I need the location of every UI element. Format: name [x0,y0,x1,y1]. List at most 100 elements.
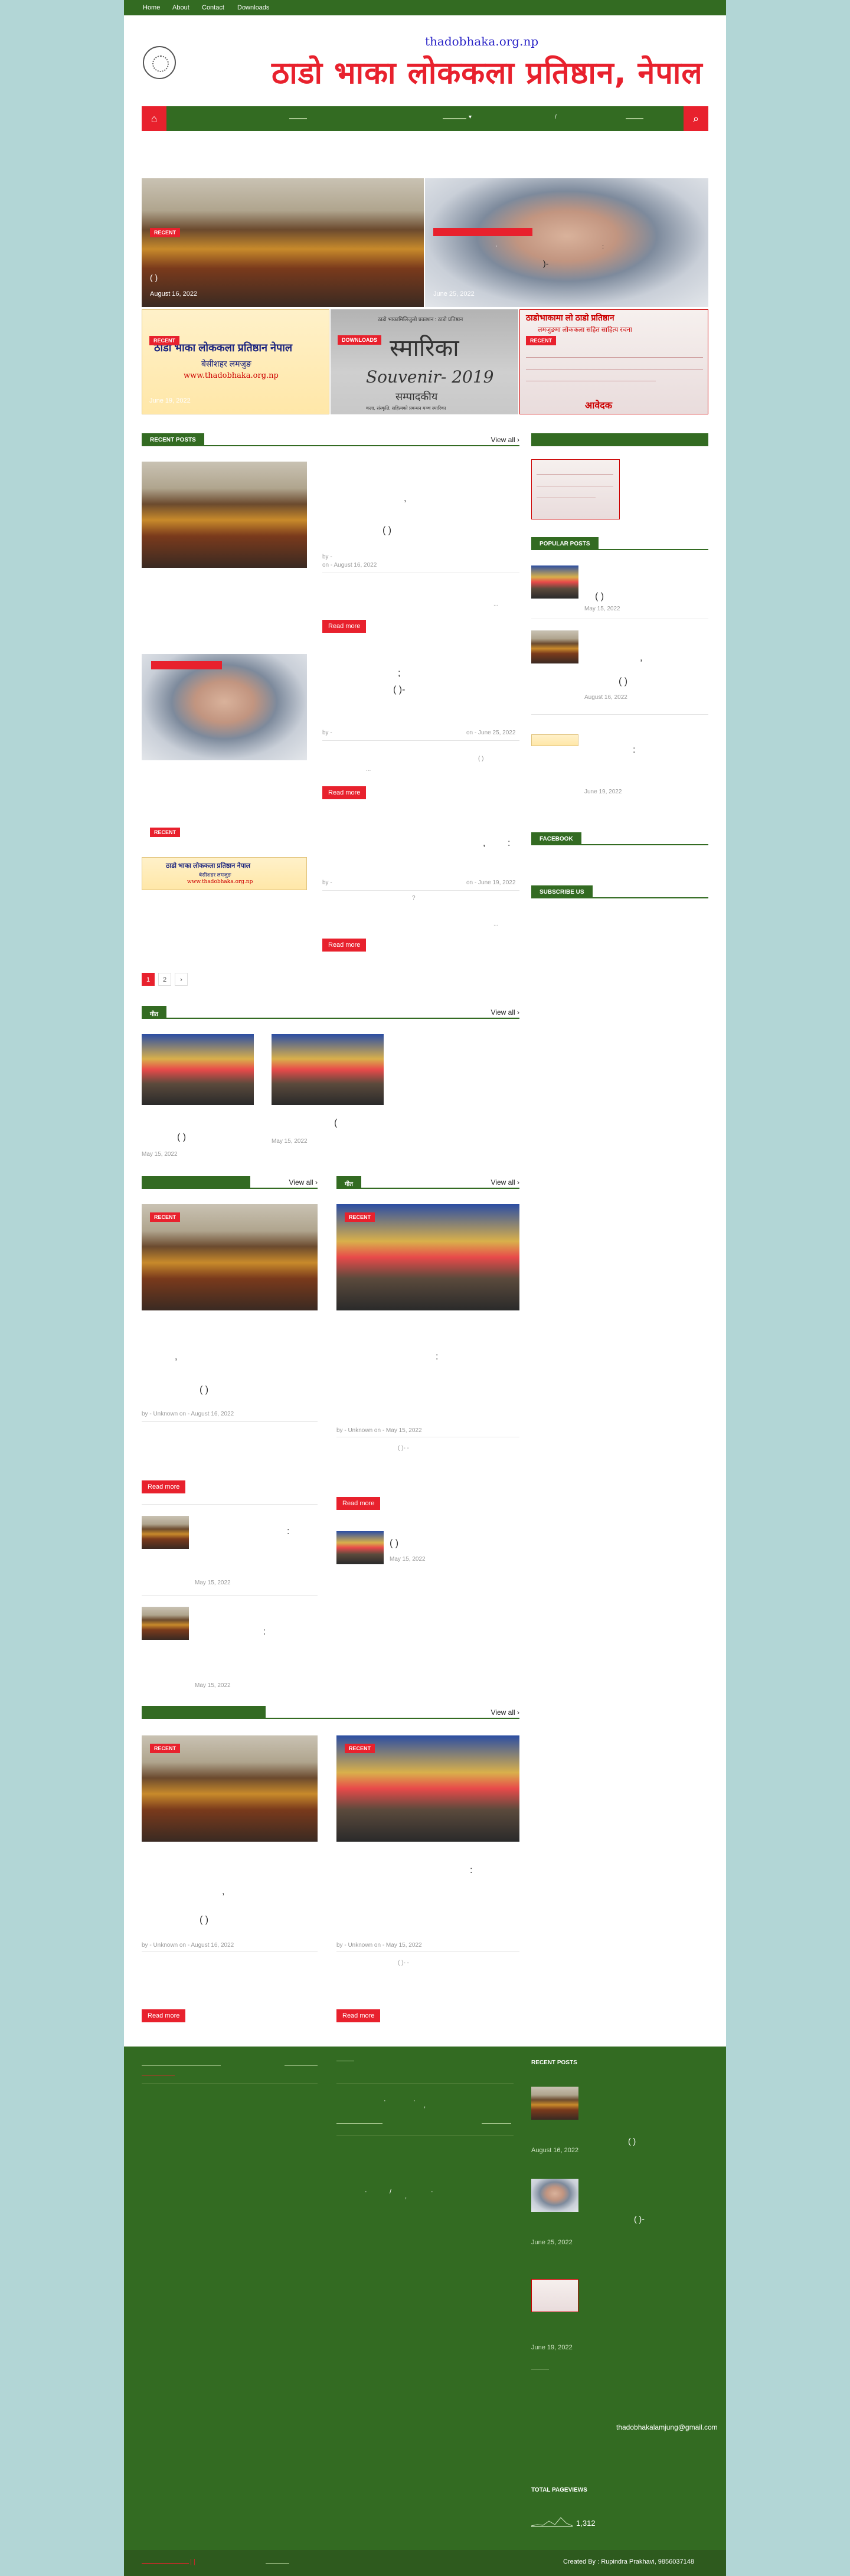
section3-tag-right[interactable]: RECENT [345,1212,375,1222]
popular-title-2b[interactable]: ( ) [619,676,627,687]
tag-recent[interactable]: RECENT [150,228,181,237]
section3-tag-left[interactable]: RECENT [150,1212,181,1222]
footer-thumb-3[interactable] [531,2279,578,2312]
featured-image-1[interactable]: RECENT ( ) August 16, 2022 [142,178,424,307]
section3-read-more-right[interactable]: Read more [336,1497,381,1510]
featured-image-4[interactable]: ठाडो भाकामिलिजुलो प्रकाशन : ठाडो प्रतिष्… [331,309,518,414]
nav-item-4[interactable] [626,118,643,119]
songs-view-all[interactable]: View all › [491,1008,519,1016]
featured-image-5[interactable]: ठाडोभाकामा लो ठाडो प्रतिष्ठान लमजुङमा लो… [519,309,708,414]
tag-downloads[interactable]: DOWNLOADS [338,335,381,345]
section3-thumb-left[interactable]: RECENT [142,1204,318,1310]
section3-small-title-3[interactable]: ( ) [390,1538,398,1549]
top-link-contact[interactable]: Contact [202,4,224,11]
footer-pageviews-label: TOTAL PAGEVIEWS [531,2487,587,2493]
section3-small-thumb-3[interactable] [336,1531,384,1564]
section3-right-view-all[interactable]: View all › [491,1178,519,1186]
featured-title-1[interactable]: ( ) [150,273,158,282]
popular-thumb-1[interactable] [531,565,578,599]
popular-title-3[interactable]: : [633,745,635,756]
tag-recent-3[interactable]: RECENT [149,336,180,345]
section3-thumb-right[interactable]: RECENT [336,1204,519,1310]
section4-meta-left: by - Unknown on - August 16, 2022 [142,1942,234,1949]
featured-image-2[interactable]: , : )- June 25, 2022 [425,178,708,307]
read-more-button-2[interactable]: Read more [322,786,367,799]
nav-item-3[interactable]: / [555,114,557,120]
popular-thumb-2[interactable] [531,630,578,663]
top-link-downloads[interactable]: Downloads [237,4,269,11]
section3-title-left-b[interactable]: ( ) [200,1385,208,1395]
post-thumb-3[interactable]: ठाडो भाका लोककला प्रतिष्ठान नेपाल बेसीशह… [142,857,307,890]
section3-small-thumb-2[interactable] [142,1607,189,1640]
read-more-button-3[interactable]: Read more [322,939,367,952]
popular-posts-header: POPULAR POSTS [531,537,708,550]
section4-tag-right[interactable]: RECENT [345,1744,375,1753]
post-title-3a[interactable]: , [483,838,485,849]
top-link-about[interactable]: About [172,4,189,11]
post-thumb-3-line2: बेसीशहर लमजुङ [199,872,231,878]
post-title-2b[interactable]: ( )- [393,685,405,695]
view-all-link[interactable]: View all › [491,436,519,444]
section4-title-right[interactable]: : [470,1865,472,1876]
section4-read-more-left[interactable]: Read more [142,2009,186,2022]
footer-title-2[interactable]: ( )- [634,2214,645,2224]
footer-recent-label: RECENT POSTS [531,2060,577,2066]
section4-read-more-right[interactable]: Read more [336,2009,381,2022]
poster-word: आवेदक [585,401,613,411]
sidebar-ad-image[interactable] [531,459,620,519]
footer-thumb-1[interactable] [531,2087,578,2120]
section4-tag-left[interactable]: RECENT [150,1744,181,1753]
featured-image-3[interactable]: ठाडो भाका लोककला प्रतिष्ठान नेपाल बेसीशह… [142,309,329,414]
section4-view-all[interactable]: View all › [491,1708,519,1717]
section3-left-view-all[interactable]: View all › [289,1178,318,1186]
section3-small-title-2[interactable]: : [263,1627,266,1637]
footer-title-1[interactable]: ( ) [628,2136,636,2146]
page-2-button[interactable]: 2 [158,973,171,986]
post-thumb-2[interactable] [142,654,307,760]
pageviews-sparkline-icon [531,2513,573,2527]
post-thumb-1[interactable] [142,462,307,568]
top-link-home[interactable]: Home [143,4,160,11]
home-icon[interactable]: ⌂ [142,106,166,131]
popular-thumb-3[interactable] [531,734,578,746]
section3-small-date-3: May 15, 2022 [390,1556,426,1562]
featured-tag-2[interactable] [433,228,532,236]
song-thumb-1[interactable] [142,1034,254,1105]
page-1-button[interactable]: 1 [142,973,155,986]
popular-title-1[interactable]: ( ) [595,591,604,602]
footer-email[interactable]: thadobhakalamjung@gmail.com [616,2423,718,2431]
post-title-1a[interactable]: , [404,493,406,504]
section3-small-title-1[interactable]: : [287,1526,289,1537]
page-next-button[interactable]: › [175,973,188,986]
section3-small-thumb-1[interactable] [142,1516,189,1549]
site-logo[interactable] [143,46,176,79]
nav-item-2[interactable] [443,118,466,119]
section3-read-more-left[interactable]: Read more [142,1480,186,1493]
footer-thumb-2[interactable] [531,2179,578,2212]
post-title-1b[interactable]: ( ) [382,525,391,536]
featured-title-2a[interactable]: : [602,243,604,250]
post-title-3b[interactable]: : [508,838,510,849]
section3-title-left-a[interactable]: , [175,1352,177,1362]
section4-title-left-a[interactable]: , [222,1887,224,1897]
recent-posts-header: RECENT POSTS View all › [142,433,519,446]
nav-item-1[interactable] [289,118,307,119]
read-more-button-1[interactable]: Read more [322,620,367,633]
post-title-2a[interactable]: ; [398,668,400,679]
section4-thumb-right[interactable]: RECENT [336,1735,519,1842]
search-icon[interactable]: ⌕ [684,106,708,131]
tag-recent-5[interactable]: RECENT [526,336,557,345]
section4-thumb-left[interactable]: RECENT [142,1735,318,1842]
section4-header: View all › [142,1706,519,1719]
song-title-2[interactable]: ( [334,1118,337,1129]
section3-title-right[interactable]: : [436,1352,438,1362]
song-title-1[interactable]: ( ) [177,1132,186,1143]
recent-posts-label: RECENT POSTS [142,433,204,446]
popular-title-2a[interactable]: , [640,653,642,663]
post-tag-3[interactable]: RECENT [150,828,181,837]
featured-title-2b[interactable]: )- [543,259,548,268]
chevron-down-icon[interactable]: ▾ [469,114,472,120]
site-brand[interactable]: thadobhaka.org.np ठाडो भाका लोककला प्रति… [272,34,702,99]
song-thumb-2[interactable] [272,1034,384,1105]
section4-title-left-b[interactable]: ( ) [200,1915,208,1926]
